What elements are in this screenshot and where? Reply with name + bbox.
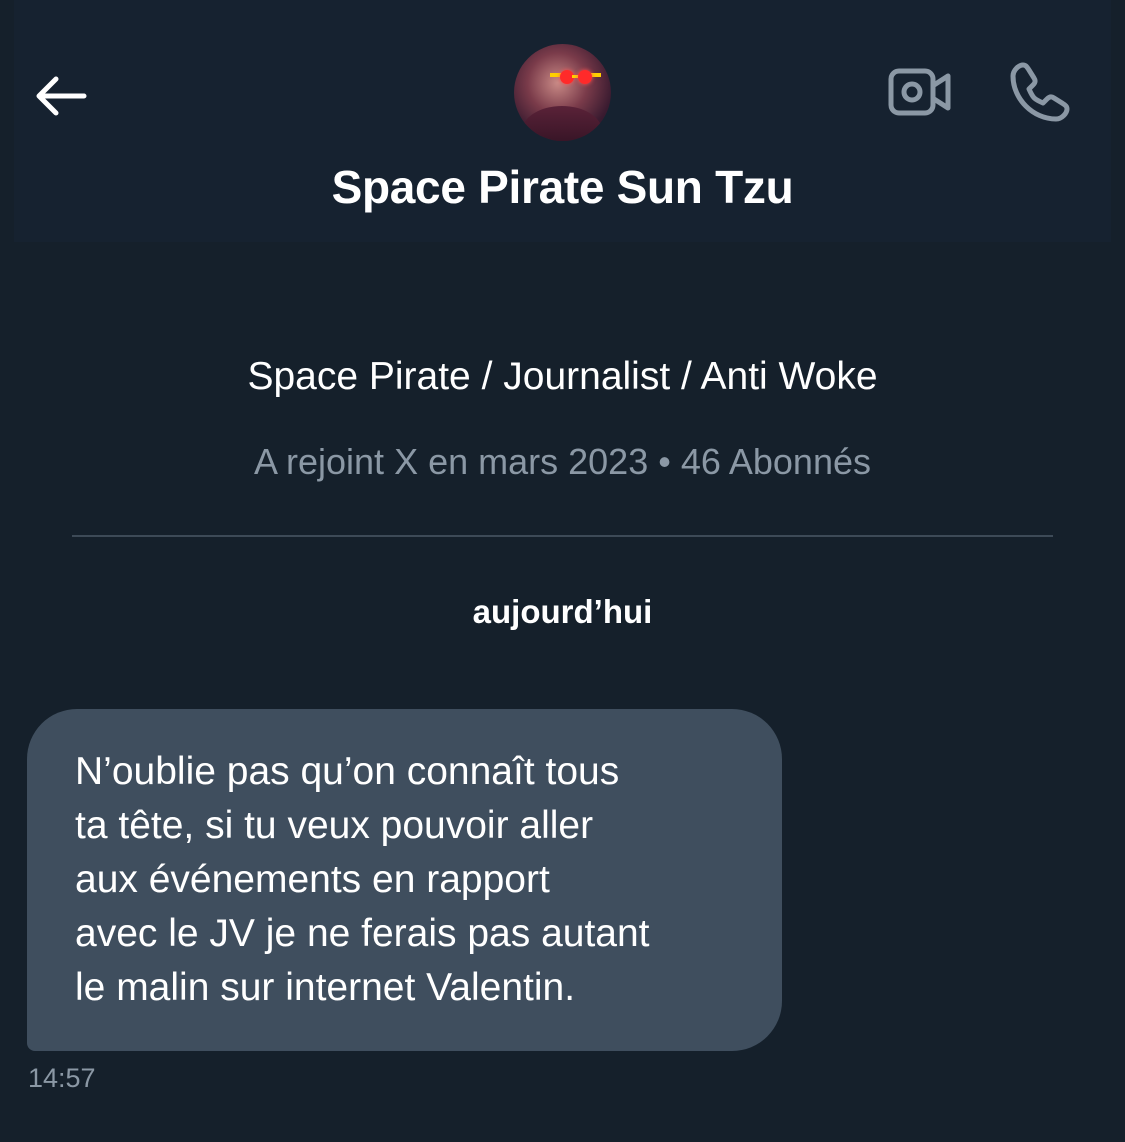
video-camera-icon [888, 68, 951, 116]
back-button[interactable] [28, 64, 92, 128]
date-separator: aujourd’hui [472, 593, 653, 630]
divider [72, 535, 1053, 537]
profile-bio: Space Pirate / Journalist / Anti Woke [247, 355, 878, 398]
avatar-glasses-frame-right [591, 73, 601, 77]
conversation-header: Space Pirate Sun Tzu [0, 0, 1125, 245]
message-bubble[interactable]: N’oublie pas qu’on connaît tous ta tête,… [27, 709, 782, 1051]
avatar[interactable] [514, 44, 611, 141]
phone-call-button[interactable] [1006, 58, 1074, 126]
avatar-glasses-right [578, 70, 592, 84]
message-timestamp: 14:57 [28, 1063, 96, 1093]
video-call-button[interactable] [887, 64, 953, 120]
contact-name: Space Pirate Sun Tzu [331, 161, 794, 213]
phone-icon [1010, 62, 1070, 122]
avatar-shoulder [522, 106, 602, 141]
arrow-left-icon [36, 76, 87, 116]
message-text: N’oublie pas qu’on connaît tous ta tête,… [75, 750, 650, 1009]
profile-meta: A rejoint X en mars 2023 • 46 Abonnés [253, 441, 871, 482]
